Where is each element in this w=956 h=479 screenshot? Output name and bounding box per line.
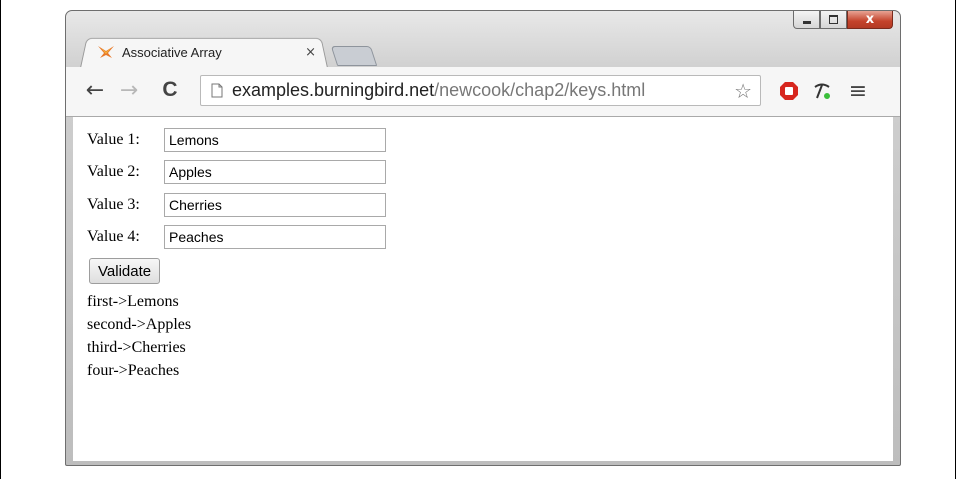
value-row-1: Value 1: bbox=[87, 128, 386, 152]
page-content: Value 1: Value 2: Value 3: Value 4: Vali… bbox=[73, 117, 893, 461]
value-input-1[interactable] bbox=[164, 128, 386, 152]
stop-extension-button[interactable] bbox=[777, 79, 801, 103]
value-input-2[interactable] bbox=[164, 160, 386, 184]
menu-button[interactable]: ≡ bbox=[846, 78, 870, 104]
value-label-4: Value 4: bbox=[87, 228, 140, 245]
browser-window: x Associative Array × ← → C examples.bur… bbox=[65, 10, 901, 466]
window-controls: x bbox=[793, 11, 893, 29]
results-list: first->Lemons second->Apples third->Cher… bbox=[87, 290, 191, 382]
address-bar[interactable]: examples.burningbird.net/newcook/chap2/k… bbox=[200, 75, 761, 106]
tab-content: Associative Array × bbox=[96, 40, 326, 64]
value-row-4: Value 4: bbox=[87, 225, 386, 249]
frame-left-border bbox=[0, 0, 1, 479]
url-path: /newcook/chap2/keys.html bbox=[434, 80, 646, 100]
reload-button[interactable]: C bbox=[158, 78, 182, 102]
value-label-1: Value 1: bbox=[87, 131, 140, 148]
value-label-2: Value 2: bbox=[87, 163, 140, 180]
result-line-1: first->Lemons bbox=[87, 293, 179, 310]
bookmark-star-icon[interactable]: ☆ bbox=[734, 79, 752, 103]
result-line-2: second->Apples bbox=[87, 316, 192, 333]
result-line-4: four->Peaches bbox=[87, 362, 180, 379]
pickaxe-extension-button[interactable] bbox=[811, 79, 835, 103]
tab-title: Associative Array bbox=[122, 44, 222, 60]
value-input-3[interactable] bbox=[164, 193, 386, 217]
url-host: examples.burningbird.net bbox=[232, 80, 435, 100]
back-button[interactable]: ← bbox=[83, 77, 107, 103]
forward-button[interactable]: → bbox=[117, 77, 141, 103]
validate-button[interactable]: Validate bbox=[89, 258, 161, 284]
pickaxe-icon bbox=[814, 83, 830, 99]
value-label-3: Value 3: bbox=[87, 196, 140, 213]
back-arrow-icon: ← bbox=[85, 77, 105, 103]
forward-arrow-icon: → bbox=[119, 77, 139, 103]
minimize-button[interactable] bbox=[793, 11, 820, 29]
stop-sign-icon bbox=[780, 82, 798, 100]
favicon-icon bbox=[98, 46, 114, 58]
maximize-icon bbox=[829, 15, 838, 24]
close-icon: x bbox=[865, 12, 875, 27]
reload-icon: C bbox=[162, 78, 178, 101]
new-tab-button[interactable] bbox=[330, 46, 378, 66]
minimize-icon bbox=[802, 21, 811, 24]
result-line-3: third->Cherries bbox=[87, 339, 186, 356]
hamburger-menu-icon: ≡ bbox=[848, 78, 868, 104]
maximize-button[interactable] bbox=[820, 11, 847, 29]
value-input-4[interactable] bbox=[164, 225, 386, 249]
page-icon bbox=[211, 83, 223, 98]
toolbar: ← → C examples.burningbird.net/newcook/c… bbox=[66, 67, 900, 117]
value-row-3: Value 3: bbox=[87, 193, 386, 217]
title-bar: x bbox=[66, 11, 900, 41]
url-text[interactable]: examples.burningbird.net/newcook/chap2/k… bbox=[232, 80, 734, 101]
tab-close-icon[interactable]: × bbox=[305, 45, 316, 60]
value-row-2: Value 2: bbox=[87, 160, 386, 184]
close-window-button[interactable]: x bbox=[847, 11, 893, 29]
